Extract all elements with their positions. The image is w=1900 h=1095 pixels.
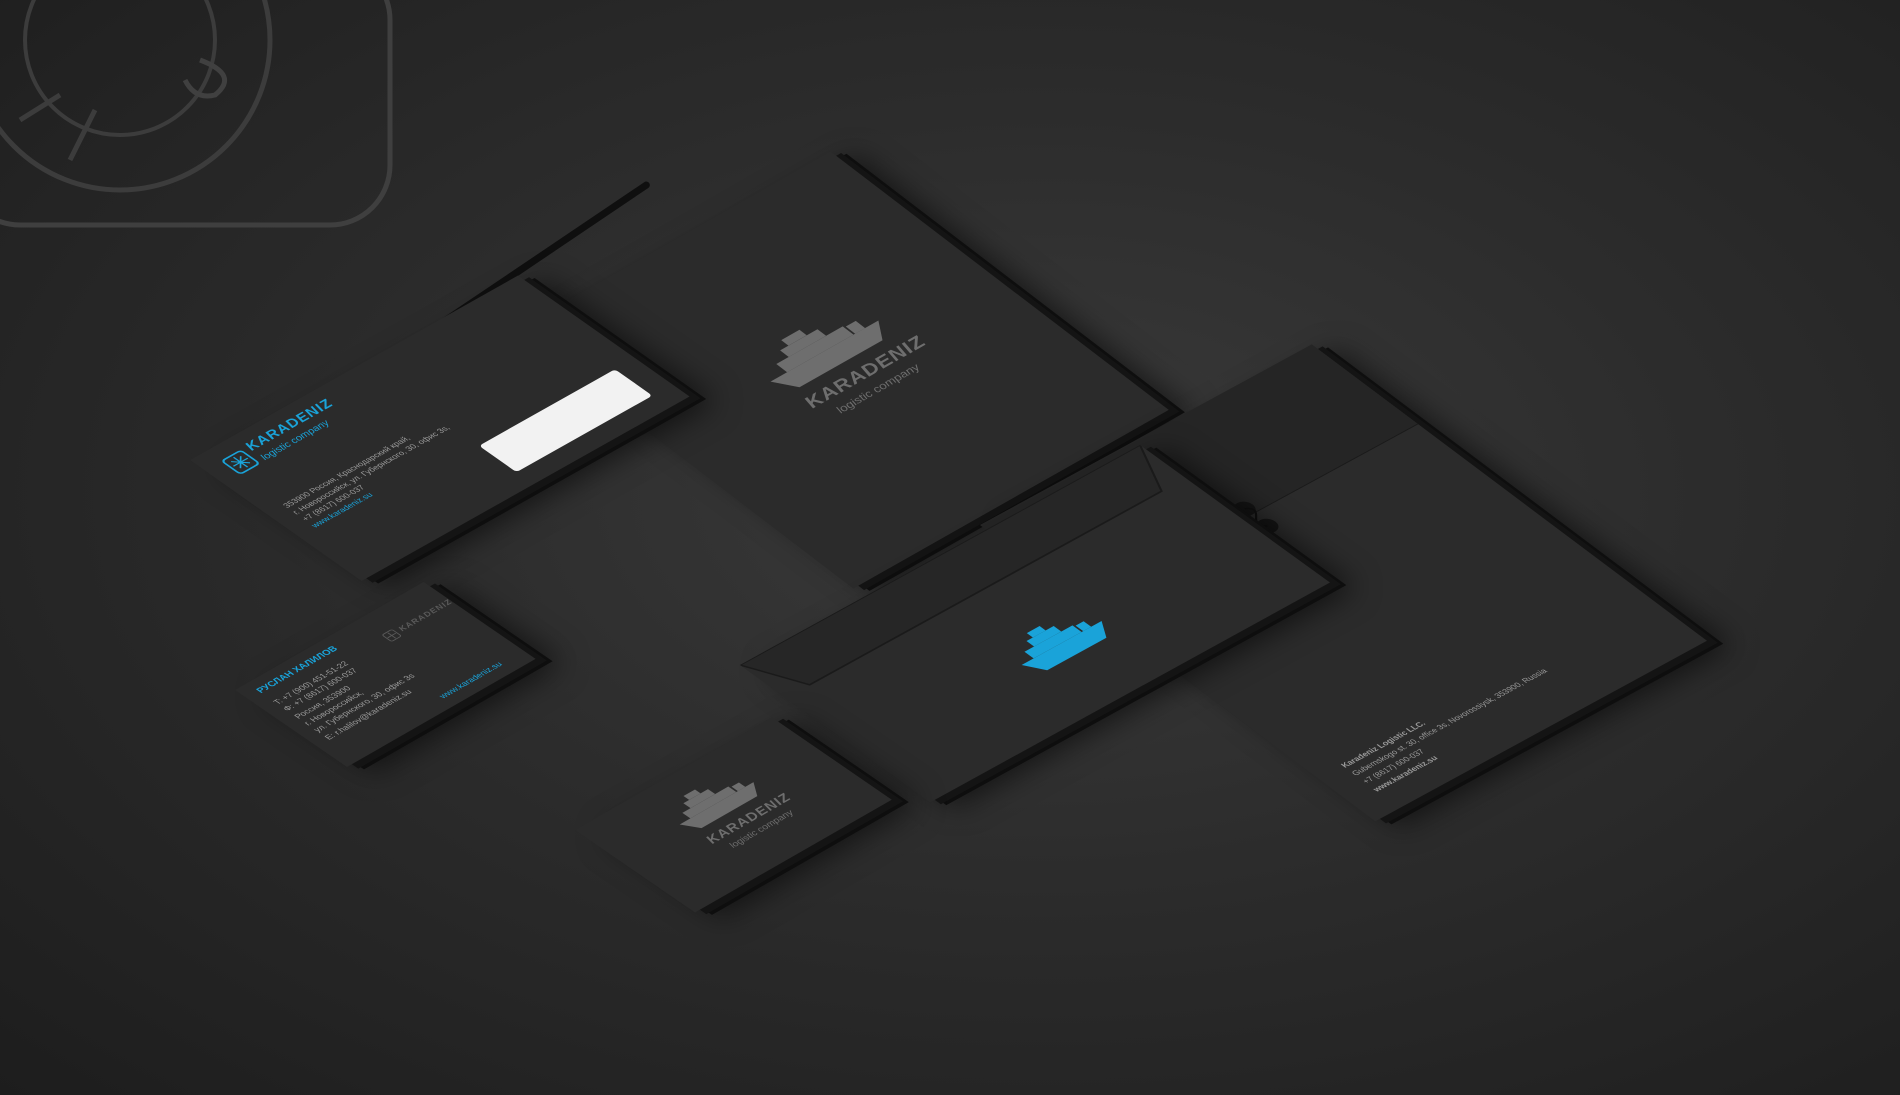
steering-wheel-watermark-icon bbox=[0, 0, 393, 228]
business-card-back: РУСЛАН ХАЛИЛОВ T: +7 (900) 451-51-22 Ф: … bbox=[235, 581, 536, 767]
business-card-front: KARADENIZ logistic company bbox=[575, 717, 892, 913]
stationery-scene: KARADENIZ logistic company Karadeniz Log… bbox=[0, 0, 1900, 1095]
